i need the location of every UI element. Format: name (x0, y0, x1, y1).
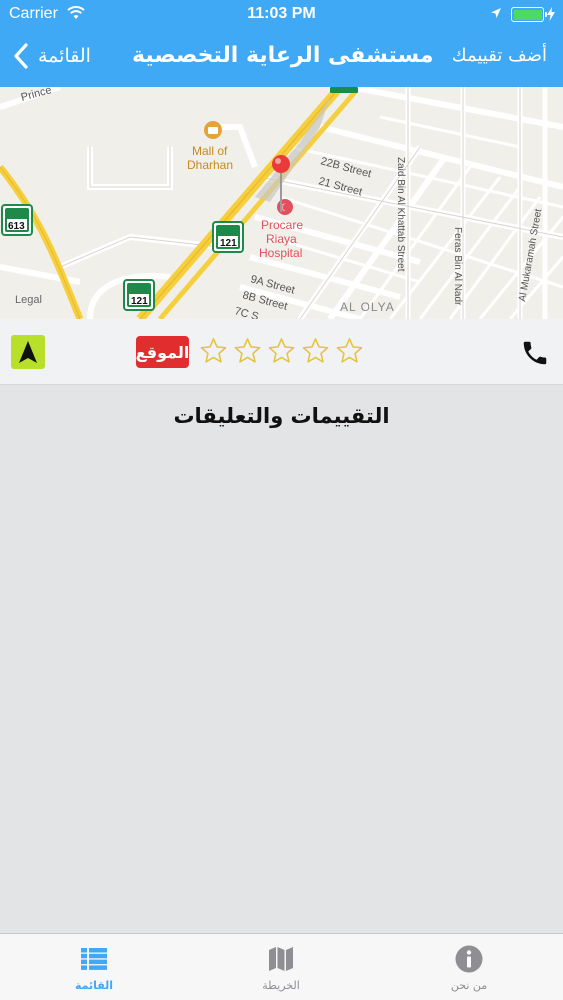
map-label-zaid: Zaid Bin Al Khattab Street (395, 157, 406, 272)
svg-text:121: 121 (131, 296, 148, 307)
location-arrow-icon (491, 8, 501, 18)
navigation-bar: القائمة مستشفى الرعاية التخصصية أضف تقيي… (0, 30, 563, 87)
star-rating[interactable] (199, 336, 364, 366)
route-shield-613: 613 (1, 204, 33, 236)
tab-bar: القائمة الخريطة من نحن (0, 933, 563, 1000)
route-shield-121-b: 121 (123, 279, 155, 311)
star-icon[interactable] (199, 336, 228, 366)
map-label-district: AL OLYA (340, 300, 395, 314)
svg-text:613: 613 (8, 221, 25, 232)
map-label-hospital-1: Procare (261, 218, 303, 232)
star-icon[interactable] (267, 336, 296, 366)
map-view[interactable]: Prince Mall of Dharhan Procare Riaya Hos… (0, 87, 563, 319)
back-button-label: القائمة (38, 45, 91, 67)
charging-bolt-icon (547, 7, 555, 21)
map-icon (269, 947, 293, 971)
map-label-feras: Feras Bin Al Nadr (452, 227, 463, 306)
tab-map[interactable]: الخريطة (221, 934, 341, 1000)
shopping-bag-icon (208, 127, 218, 134)
map-label-mall-2: Dharhan (187, 158, 233, 172)
phone-call-icon[interactable] (520, 338, 550, 368)
top-bar: Carrier 11:03 PM القائمة مستشفى الرعاية … (0, 0, 563, 87)
tab-list-label: القائمة (74, 979, 114, 992)
route-shield-partial (330, 87, 358, 93)
clock: 11:03 PM (247, 5, 316, 22)
map-legal-link[interactable]: Legal (15, 294, 42, 306)
tab-about-label: من نحن (450, 979, 488, 992)
map-label-hospital-2: Riaya (266, 232, 297, 246)
route-shield-121-a: 121 (212, 221, 244, 253)
svg-text:121: 121 (220, 238, 237, 249)
map-label-hospital-3: Hospital (259, 246, 302, 260)
reviews-section-title: التقييمات والتعليقات (173, 404, 390, 428)
star-icon[interactable] (301, 336, 330, 366)
location-badge-button[interactable]: الموقع (136, 336, 189, 368)
map-canvas[interactable]: Prince Mall of Dharhan Procare Riaya Hos… (0, 87, 563, 319)
star-icon[interactable] (233, 336, 262, 366)
navigation-arrow-icon (19, 341, 37, 363)
battery-icon (511, 7, 547, 22)
tab-map-label: الخريطة (262, 979, 300, 992)
list-icon (81, 948, 107, 970)
tab-list[interactable]: القائمة (34, 934, 154, 1000)
info-icon (455, 945, 483, 973)
chevron-left-icon (14, 43, 28, 69)
action-row: الموقع (0, 319, 563, 385)
map-label-mall-1: Mall of (192, 144, 228, 158)
status-bar: Carrier 11:03 PM (0, 0, 563, 30)
tab-about[interactable]: من نحن (409, 934, 529, 1000)
navigate-button[interactable] (11, 335, 45, 369)
add-rating-button[interactable]: أضف تقييمك (452, 45, 547, 66)
back-button[interactable]: القائمة (14, 43, 91, 69)
star-icon[interactable] (335, 336, 364, 366)
page-title: مستشفى الرعاية التخصصية (132, 43, 434, 68)
